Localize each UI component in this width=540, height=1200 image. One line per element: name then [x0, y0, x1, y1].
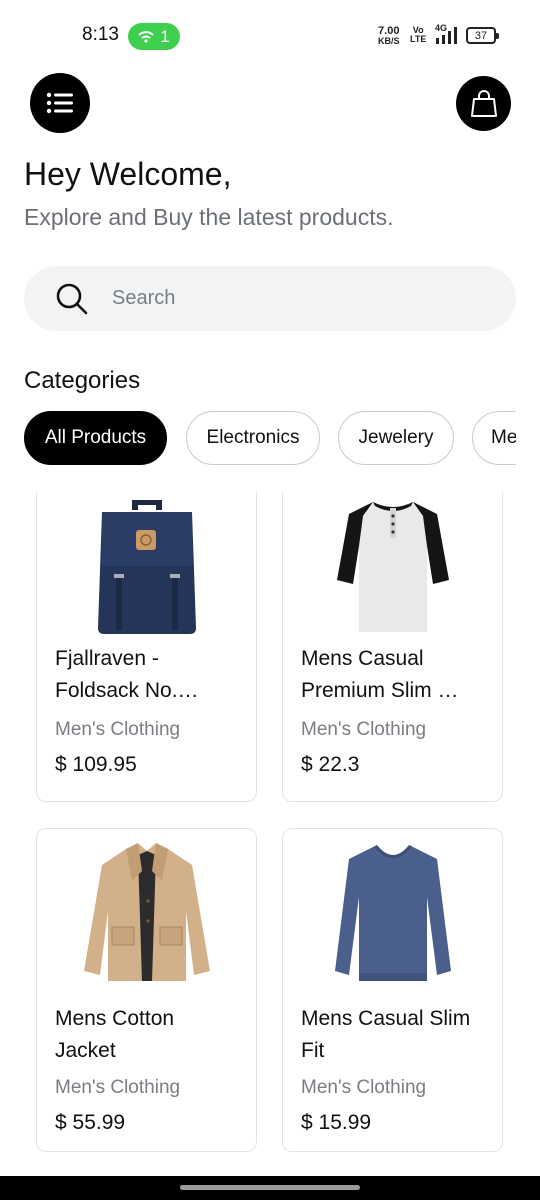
product-name-line2: Fit [301, 1039, 325, 1062]
menu-list-icon [46, 92, 73, 114]
battery-icon: 37 [466, 27, 499, 44]
product-name-line2: Foldsack No.… [55, 679, 199, 702]
product-name: Mens Cotton Jacket [55, 1003, 245, 1067]
signal-icon: 4G [430, 23, 460, 51]
product-card[interactable]: Mens Casual Premium Slim … Men's Clothin… [282, 492, 503, 802]
category-chip-electronics[interactable]: Electronics [186, 411, 320, 465]
product-category: Men's Clothing [55, 1077, 181, 1098]
net-speed: 7.00 KB/S [378, 25, 400, 47]
page-title: Hey Welcome, [24, 156, 232, 192]
product-name-line1: Mens Cotton [55, 1007, 175, 1030]
category-chips: All Products Electronics Jewelery Me [24, 411, 516, 467]
page-subtitle: Explore and Buy the latest products. [24, 204, 394, 230]
product-price: $ 15.99 [301, 1111, 372, 1134]
product-name: Mens Casual Premium Slim … [301, 643, 491, 707]
gesture-handle[interactable] [180, 1185, 360, 1190]
category-chip-jewelery[interactable]: Jewelery [338, 411, 454, 465]
product-card[interactable]: Fjallraven - Foldsack No.… Men's Clothin… [36, 492, 257, 802]
search-input[interactable] [112, 287, 472, 310]
status-bar: 8:13 1 7.00 KB/S Vo LTE 4G 37 [0, 0, 540, 70]
net-speed-value: 7.00 [378, 25, 400, 37]
category-chip-mens[interactable]: Me [472, 411, 516, 465]
volte-bottom: LTE [410, 34, 427, 44]
product-card[interactable]: Mens Casual Slim Fit Men's Clothing $ 15… [282, 828, 503, 1152]
product-grid: Fjallraven - Foldsack No.… Men's Clothin… [0, 492, 540, 1172]
volte-indicator: Vo LTE [410, 26, 426, 44]
search-icon [54, 281, 90, 317]
sweater-image [323, 841, 463, 986]
product-category: Men's Clothing [55, 719, 181, 740]
product-price: $ 109.95 [55, 753, 137, 776]
category-chip-label: All Products [44, 427, 147, 448]
category-chip-all-products[interactable]: All Products [24, 411, 167, 465]
product-category: Men's Clothing [301, 1077, 427, 1098]
category-chip-label: Jewelery [358, 427, 434, 448]
hotspot-indicator: 1 [128, 23, 180, 50]
cart-button[interactable] [456, 76, 511, 131]
menu-button[interactable] [30, 73, 90, 133]
hotspot-icon [138, 30, 154, 43]
category-chip-label: Me [491, 427, 516, 448]
shopping-bag-icon [470, 89, 497, 117]
search-bar[interactable] [24, 266, 516, 331]
categories-heading: Categories [24, 367, 141, 394]
product-name-line2: Jacket [55, 1039, 116, 1062]
status-time: 8:13 [82, 24, 119, 45]
product-name-line1: Fjallraven - [55, 647, 159, 670]
product-name: Mens Casual Slim Fit [301, 1003, 491, 1067]
backpack-image [77, 493, 217, 638]
hotspot-count: 1 [160, 26, 170, 46]
network-type: 4G [435, 23, 448, 33]
product-category: Men's Clothing [301, 719, 427, 740]
net-speed-unit: KB/S [378, 36, 400, 46]
product-name-line1: Mens Casual [301, 647, 424, 670]
category-chip-label: Electronics [206, 427, 300, 448]
product-price: $ 55.99 [55, 1111, 126, 1134]
tshirt-image [323, 493, 463, 638]
battery-level: 37 [474, 29, 488, 42]
product-name: Fjallraven - Foldsack No.… [55, 643, 245, 707]
system-nav-bar [0, 1176, 540, 1200]
product-name-line1: Mens Casual Slim [301, 1007, 471, 1030]
product-name-line2: Premium Slim … [301, 679, 459, 702]
product-card[interactable]: Mens Cotton Jacket Men's Clothing $ 55.9… [36, 828, 257, 1152]
jacket-image [77, 841, 217, 986]
product-price: $ 22.3 [301, 753, 360, 776]
